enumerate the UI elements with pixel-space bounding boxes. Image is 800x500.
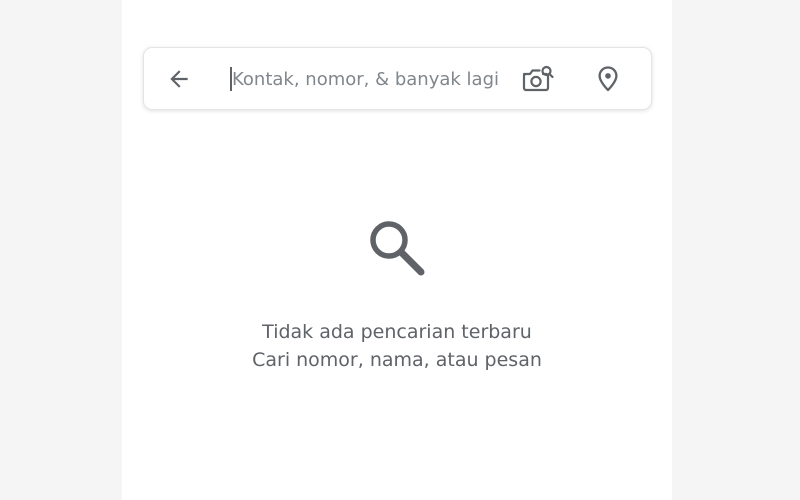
back-button[interactable]: [162, 62, 196, 96]
search-input[interactable]: [232, 60, 514, 98]
camera-search-icon: [522, 65, 554, 92]
app-screen: Tidak ada pencarian terbaru Cari nomor, …: [122, 0, 672, 500]
arrow-back-icon: [170, 70, 188, 88]
empty-state-title: Tidak ada pencarian terbaru: [262, 321, 532, 343]
location-button[interactable]: [591, 62, 625, 96]
camera-search-button[interactable]: [520, 62, 556, 96]
empty-state-subtitle: Cari nomor, nama, atau pesan: [252, 349, 542, 371]
search-icon: [370, 221, 425, 276]
location-pin-icon: [598, 66, 618, 92]
search-bar: [143, 47, 652, 110]
